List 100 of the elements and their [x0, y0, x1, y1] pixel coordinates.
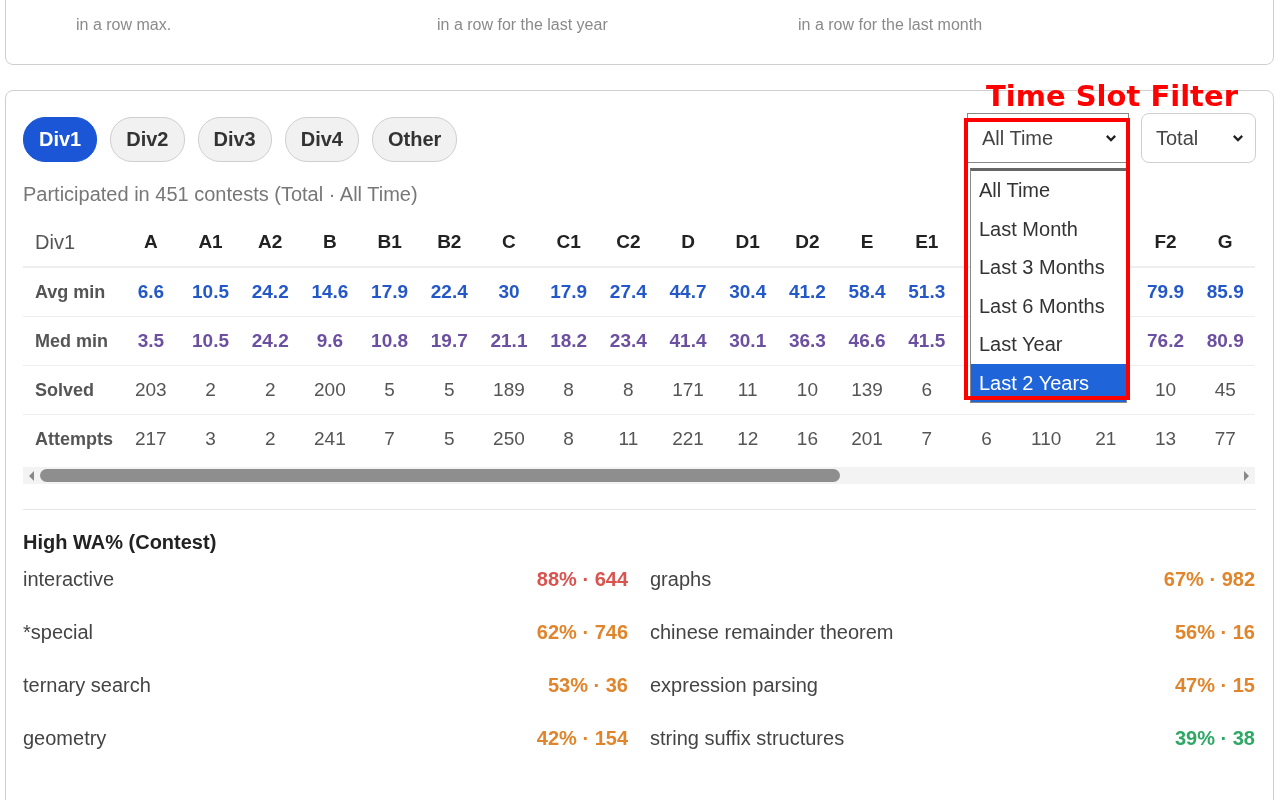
wa-stat: 42% · 154 [536, 727, 628, 750]
table-cell: 14.6 [300, 267, 360, 317]
dropdown-option[interactable]: Last 3 Months [971, 248, 1126, 287]
table-cell: 5 [419, 365, 480, 415]
table-cell: 27.4 [598, 267, 659, 317]
table-cell: 16 [777, 414, 838, 463]
table-cell: 6 [896, 365, 957, 415]
table-cell: 7 [896, 414, 957, 463]
table-cell: 58.4 [837, 267, 897, 317]
table-corner-label: Div1 [23, 218, 121, 267]
column-header: F2 [1135, 218, 1196, 267]
column-header: G [1195, 218, 1256, 267]
tag-name: ternary search [23, 674, 151, 697]
division-tab[interactable]: Other [372, 116, 458, 162]
table-cell: 30.1 [717, 316, 778, 366]
streak-caption: in a row for the last month [798, 16, 983, 33]
division-tab[interactable]: Div1 [23, 116, 98, 162]
table-cell: 85.9 [1195, 267, 1256, 317]
table-cell: 217 [121, 414, 181, 463]
row-label: Avg min [23, 267, 121, 317]
dropdown-option[interactable]: Last Year [971, 325, 1126, 364]
wa-stat: 39% · 38 [1174, 727, 1255, 750]
table-cell: 41.4 [658, 316, 718, 366]
table-cell: 46.6 [837, 316, 897, 366]
dropdown-option[interactable]: All Time [971, 171, 1126, 210]
tag-name: expression parsing [650, 674, 818, 697]
section-title: High WA% (Contest) [23, 531, 218, 554]
tag-name: interactive [23, 568, 115, 591]
table-cell: 2 [240, 414, 301, 463]
table-cell: 18.2 [538, 316, 599, 366]
row-label: Med min [23, 316, 121, 366]
row-label: Attempts [23, 414, 121, 463]
annotation-label: Time Slot Filter [986, 79, 1238, 113]
wa-stat: 53% · 36 [547, 674, 628, 697]
table-cell: 250 [479, 414, 539, 463]
dropdown-option[interactable]: Last Month [971, 209, 1126, 248]
row-label: Solved [23, 365, 121, 415]
wa-stat: 62% · 746 [536, 621, 628, 644]
table-cell: 77 [1195, 414, 1256, 463]
column-header: C [479, 218, 539, 267]
table-cell: 30.4 [717, 267, 778, 317]
dropdown-option[interactable]: Last 6 Months [971, 286, 1126, 325]
streak-caption: in a row for the last year [437, 16, 608, 33]
table-cell: 171 [658, 365, 718, 415]
table-cell: 110 [1016, 414, 1076, 463]
tag-name: chinese remainder theorem [650, 621, 894, 644]
tag-name: geometry [23, 727, 107, 750]
table-cell: 76.2 [1135, 316, 1196, 366]
scrollbar[interactable] [23, 467, 1255, 484]
column-header: D [658, 218, 718, 267]
table-cell: 203 [121, 365, 181, 415]
table-cell: 139 [837, 365, 897, 415]
table-cell: 189 [479, 365, 539, 415]
table-cell: 10.5 [180, 267, 241, 317]
column-header: A2 [240, 218, 301, 267]
table-cell: 23.4 [598, 316, 659, 366]
column-header: B [300, 218, 360, 267]
table-cell: 6 [956, 414, 1017, 463]
dropdown-option[interactable]: Last 2 Years [971, 363, 1126, 402]
scroll-left-icon[interactable] [29, 470, 34, 481]
table-cell: 45 [1195, 365, 1256, 415]
column-header: C1 [538, 218, 599, 267]
table-cell: 41.2 [777, 267, 838, 317]
table-cell: 30 [479, 267, 539, 317]
dropdown[interactable]: All Time [967, 113, 1129, 163]
table-cell: 2 [240, 365, 301, 415]
column-header: A [121, 218, 181, 267]
table-cell: 41.5 [896, 316, 957, 366]
table-cell: 24.2 [240, 267, 301, 317]
table-cell: 9.6 [300, 316, 360, 366]
table-cell: 24.2 [240, 316, 301, 366]
division-tab[interactable]: Div4 [284, 116, 359, 162]
column-header: A1 [180, 218, 241, 267]
division-tab[interactable]: Div2 [110, 116, 185, 162]
table-cell: 21.1 [479, 316, 539, 366]
table-cell: 11 [717, 365, 778, 415]
streak-caption: in a row max. [76, 16, 172, 33]
table-cell: 44.7 [658, 267, 718, 317]
table-cell: 36.3 [777, 316, 838, 366]
wa-stat: 56% · 16 [1174, 621, 1255, 644]
table-cell: 10 [777, 365, 838, 415]
table-cell: 17.9 [538, 267, 599, 317]
table-cell: 8 [538, 365, 599, 415]
tag-name: string suffix structures [650, 727, 845, 750]
table-cell: 80.9 [1195, 316, 1256, 366]
dropdown[interactable]: Total [1141, 113, 1256, 163]
table-cell: 11 [598, 414, 659, 463]
scroll-thumb[interactable] [40, 469, 840, 482]
table-cell: 3 [180, 414, 241, 463]
table-cell: 79.9 [1135, 267, 1196, 317]
table-cell: 21 [1076, 414, 1136, 463]
scroll-right-icon[interactable] [1244, 470, 1249, 481]
table-cell: 17.9 [359, 267, 420, 317]
column-header: E1 [896, 218, 957, 267]
table-cell: 201 [837, 414, 897, 463]
division-tab[interactable]: Div3 [197, 116, 272, 162]
table-cell: 5 [419, 414, 480, 463]
tag-name: graphs [650, 568, 712, 591]
table-cell: 2 [180, 365, 241, 415]
column-header: D1 [717, 218, 778, 267]
